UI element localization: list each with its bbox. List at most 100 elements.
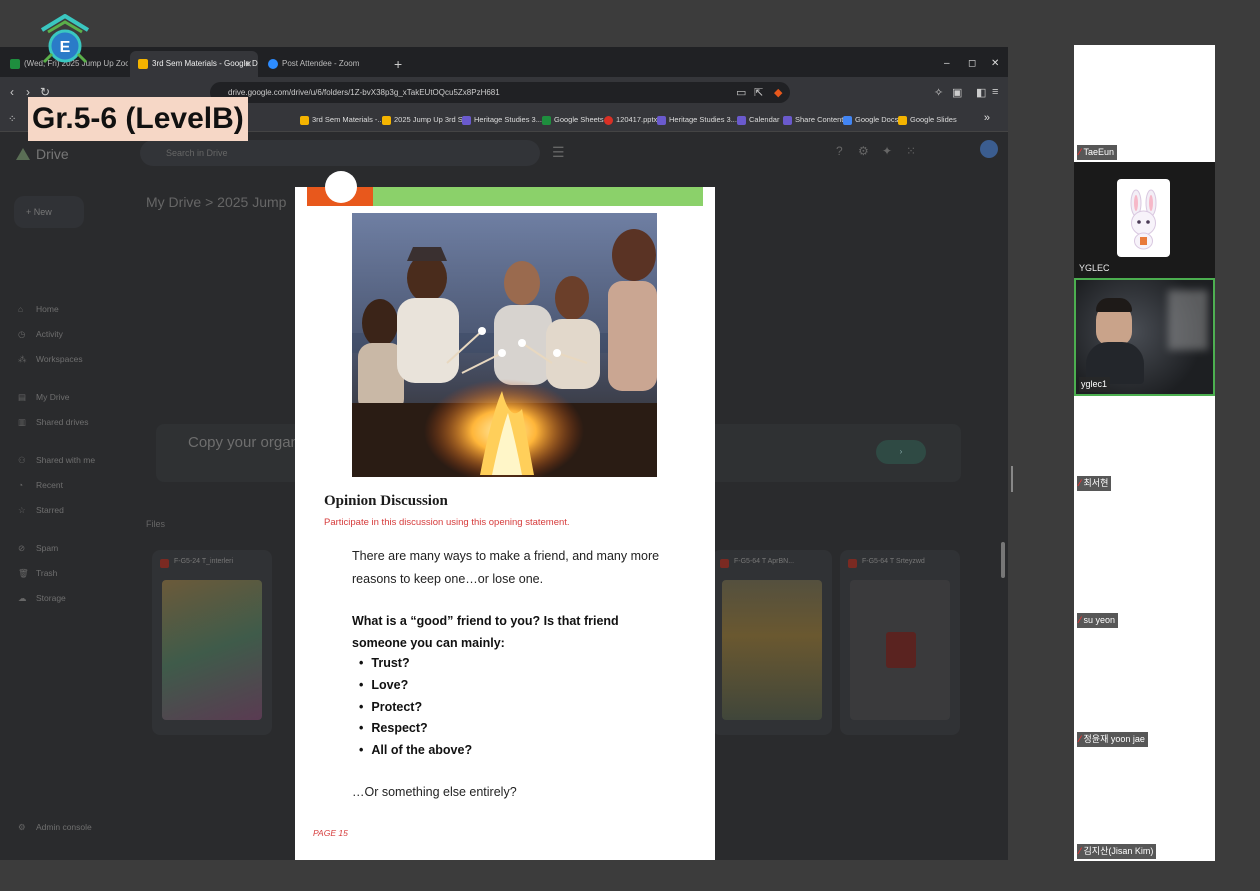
extensions-icon[interactable]: ✧ [934,86,943,99]
bookmark-item[interactable]: Google Docs [843,108,898,132]
participant-name: ⁄ TaeEun [1077,145,1118,160]
tab-zoom-attendee[interactable]: Post Attendee - Zoom [260,51,388,77]
scrollbar[interactable] [1001,542,1005,578]
sidebar-item-trash[interactable]: 🗑 Trash [18,568,57,579]
option-item: Love? [359,675,472,697]
sidebar-item-admin-console[interactable]: ⚙ Admin console [18,822,92,833]
svg-text:E: E [60,39,71,56]
closing-line: …Or something else entirely? [352,785,517,799]
participant-tile[interactable]: ⁄ su yeon [1074,513,1215,630]
sidebar-item-workspaces[interactable]: ⁂ Workspaces [18,354,83,365]
file-thumbnail [722,580,822,720]
split-handle[interactable] [1011,466,1013,492]
bookmark-item[interactable]: Google Slides [898,108,957,132]
file-card[interactable]: F-G5-24 T_interleri [152,550,272,735]
participant-name: YGLEC [1079,263,1110,273]
discussion-subtitle: Participate in this discussion using thi… [324,517,570,528]
bookmark-item[interactable]: Calendar [737,108,779,132]
muted-mic-icon: ⁄ [1079,147,1081,157]
share-icon[interactable]: ⇱ [754,86,763,99]
breadcrumb[interactable]: My Drive > 2025 Jump [146,194,286,210]
rabbit-avatar [1117,179,1170,257]
bookmark-item[interactable]: 3rd Sem Materials -... [300,108,384,132]
bookmark-item[interactable]: 2025 Jump Up 3rd S... [382,108,469,132]
downloads-icon[interactable]: ▣ [952,86,962,99]
bookmark-item[interactable]: Google Sheets [542,108,604,132]
tab-drive[interactable]: 3rd Sem Materials - Google Drive ✕ [130,51,258,77]
sidebar-icon[interactable]: ◧ [976,86,986,99]
files-heading: Files [146,519,166,529]
opening-statement: There are many ways to make a friend, an… [352,549,660,586]
maximize-icon[interactable]: ◻ [968,51,976,77]
pdf-page: Opinion Discussion Participate in this d… [295,171,715,860]
sheets-icon [10,59,20,69]
participant-tile[interactable]: ⁄ TaeEun [1074,45,1215,162]
more-bookmarks-icon[interactable]: » [984,112,990,124]
bookmark-item[interactable]: Heritage Studies 3... [462,108,542,132]
muted-mic-icon: ⁄ [1079,478,1081,488]
shared-screen: (Wed, Fri) 2025 Jump Up Zoom A 3rd Sem M… [0,47,1008,860]
participant-name: yglec1 [1079,377,1111,392]
page-number: PAGE 15 [313,828,348,838]
sidebar-item-shared-drives[interactable]: ▥ Shared drives [18,417,88,428]
participant-tile[interactable]: ⁄ 김지산(Jisan Kim) [1074,747,1215,861]
menu-icon[interactable]: ≡ [992,86,998,98]
option-item: All of the above? [359,740,472,762]
participant-panel: ⁄ TaeEun YGLEC yglec1 ⁄ 최서현 ⁄ su yeon ⁄ … [1074,45,1215,861]
minimize-icon[interactable]: – [944,51,950,77]
sidebar-item-spam[interactable]: ⊘ Spam [18,543,58,554]
help-icon[interactable]: ? [836,144,843,158]
cast-icon[interactable]: ▭ [736,86,746,99]
muted-mic-icon: ⁄ [1079,734,1081,744]
participant-name: ⁄ su yeon [1077,613,1119,628]
avatar[interactable] [980,140,998,158]
close-window-icon[interactable]: ✕ [991,51,999,77]
bookmark-item[interactable]: Share Content [783,108,843,132]
bookmark-item[interactable]: Heritage Studies 3... [657,108,737,132]
participant-tile[interactable]: ⁄ 정윤재 yoon jae [1074,630,1215,747]
sidebar-item-activity[interactable]: ◷ Activity [18,329,63,340]
sidebar-item-recent[interactable]: ◔ Recent [18,480,63,490]
sidebar-item-my-drive[interactable]: ▤ My Drive [18,392,70,403]
option-item: Trust? [359,653,472,675]
drive-search-input[interactable]: Search in Drive [140,140,540,166]
file-card[interactable]: F-G5-64 T AprBN... [712,550,832,735]
filter-icon[interactable]: ☰ [552,144,565,161]
back-icon[interactable]: ‹ [10,85,14,99]
sidebar-item-shared-with-me[interactable]: ⚇ Shared with me [18,455,95,466]
bookmark-item[interactable]: 120417.pptx [604,108,657,132]
file-card[interactable]: F-G5-64 T Srteyzwd [840,550,960,735]
participant-name: ⁄ 정윤재 yoon jae [1077,732,1148,747]
participant-tile-active-speaker[interactable]: yglec1 [1074,278,1215,396]
settings-icon[interactable]: ⚙ [858,144,869,158]
participant-tile[interactable]: YGLEC [1074,162,1215,278]
header-bar-green [373,187,703,206]
apps-grid-icon[interactable]: ⁙ [906,144,916,158]
zoom-icon [268,59,278,69]
sidebar-item-starred[interactable]: ☆ Starred [18,505,64,516]
option-list: Trust? Love? Protect? Respect? All of th… [359,653,472,762]
participant-name: ⁄ 김지산(Jisan Kim) [1077,844,1157,859]
sidebar-item-storage[interactable]: ☁ Storage [18,593,66,604]
brave-shield-icon[interactable]: ◆ [774,86,782,99]
level-badge: Gr.5-6 (LevelB) [28,97,248,141]
campfire-photo [352,213,657,477]
pdf-icon [886,632,916,668]
close-tab-icon[interactable]: ✕ [244,51,252,77]
new-button[interactable]: + New [14,196,84,228]
file-thumbnail [850,580,950,720]
banner-action-button[interactable]: › [876,440,926,464]
drive-logo: Drive [16,146,69,162]
muted-mic-icon: ⁄ [1079,615,1081,625]
new-tab-button[interactable]: + [394,51,402,77]
sidebar-item-home[interactable]: ⌂ Home [18,304,59,314]
address-bar[interactable]: drive.google.com/drive/u/6/folders/1Z-bv… [210,82,790,103]
header-circle [325,171,357,203]
file-thumbnail [162,580,262,720]
apps-icon[interactable]: ⁘ [8,108,16,132]
discussion-title: Opinion Discussion [324,493,448,509]
participant-tile[interactable]: ⁄ 최서현 [1074,396,1215,513]
gemini-icon[interactable]: ✦ [882,144,892,158]
option-item: Respect? [359,718,472,740]
participant-name: ⁄ 최서현 [1077,476,1112,491]
